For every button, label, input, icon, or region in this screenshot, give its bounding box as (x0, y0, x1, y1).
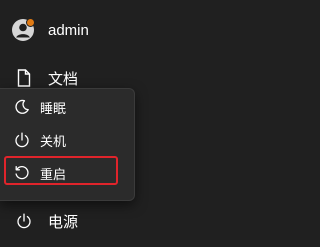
start-menu-panel: admin 文档 睡眠 关机 重启 电源 (0, 0, 256, 247)
document-icon (16, 69, 32, 87)
power-label: 电源 (48, 213, 79, 231)
restart-icon (14, 164, 30, 182)
shutdown-label: 关机 (40, 133, 67, 149)
power-button[interactable]: 电源 (16, 203, 78, 239)
power-icon (14, 131, 30, 149)
user-account-button[interactable]: admin (12, 12, 89, 48)
shutdown-menu-item[interactable]: 关机 (6, 126, 118, 154)
restart-label: 重启 (40, 166, 67, 182)
user-name-label: admin (48, 21, 89, 39)
sleep-icon (14, 98, 30, 116)
power-icon (16, 212, 32, 230)
documents-label: 文档 (48, 70, 79, 88)
power-options-flyout: 睡眠 关机 重启 (0, 88, 135, 201)
restart-menu-item[interactable]: 重启 (6, 159, 118, 187)
user-avatar-icon (12, 18, 35, 41)
sleep-menu-item[interactable]: 睡眠 (6, 93, 118, 121)
status-dot-icon (26, 18, 35, 27)
sleep-label: 睡眠 (40, 100, 67, 116)
